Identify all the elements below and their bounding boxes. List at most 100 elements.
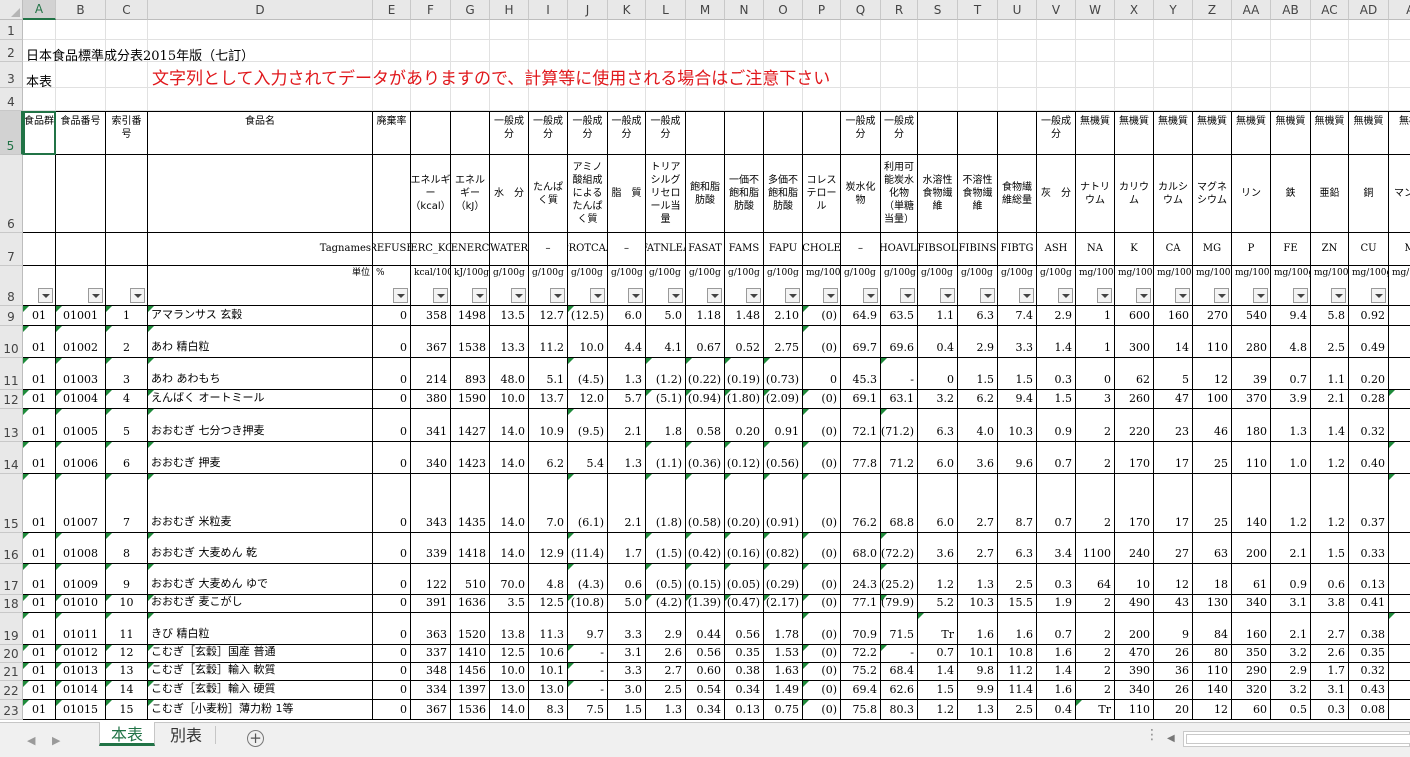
data-cell[interactable]: 0.4 — [918, 326, 958, 358]
data-cell[interactable]: 0.38 — [725, 663, 764, 681]
row-header[interactable]: 8 — [0, 266, 23, 306]
data-cell[interactable]: 3.79 — [1389, 663, 1410, 681]
row-header[interactable]: 9 — [0, 306, 23, 326]
data-cell[interactable]: 2.5 — [1311, 326, 1349, 358]
filter-dropdown-icon[interactable] — [1371, 288, 1386, 303]
data-cell[interactable]: 71.5 — [881, 613, 918, 645]
grid-cell[interactable] — [764, 20, 803, 40]
data-cell[interactable]: 6.0 — [608, 306, 646, 326]
data-cell[interactable]: 3.9 — [1271, 390, 1311, 409]
data-cell[interactable]: 01009 — [56, 564, 106, 595]
data-cell[interactable]: 1.63 — [764, 663, 803, 681]
grid-cell[interactable] — [998, 62, 1037, 88]
column-title-cell[interactable] — [56, 233, 106, 266]
data-cell[interactable]: 280 — [1232, 326, 1271, 358]
data-cell[interactable]: 2 — [1076, 409, 1115, 442]
filter-dropdown-icon[interactable] — [1058, 288, 1073, 303]
data-cell[interactable]: (71.2) — [881, 409, 918, 442]
column-title-cell[interactable]: リン — [1232, 155, 1271, 233]
data-cell[interactable]: 69.4 — [841, 681, 881, 700]
data-cell[interactable]: 9.8 — [958, 663, 998, 681]
data-cell[interactable]: 0.13 — [725, 700, 764, 720]
data-cell[interactable]: 334 — [411, 681, 451, 700]
column-title-cell[interactable]: FASAT — [686, 233, 725, 266]
row-header[interactable]: 18 — [0, 595, 23, 613]
unit-header-cell[interactable]: mg/100g — [1389, 266, 1410, 306]
data-cell[interactable]: 12.9 — [529, 533, 568, 564]
column-header[interactable]: S — [918, 0, 958, 20]
data-cell[interactable]: 62 — [1115, 358, 1154, 390]
scrollbar-thumb[interactable] — [1186, 734, 1410, 744]
column-header[interactable]: K — [608, 0, 646, 20]
column-title-cell[interactable]: 一般成分 — [646, 111, 686, 155]
grid-cell[interactable] — [686, 40, 725, 62]
data-cell[interactable]: 10.1 — [958, 645, 998, 663]
data-cell[interactable]: 0.7 — [1271, 358, 1311, 390]
data-cell[interactable]: 17 — [1154, 474, 1193, 533]
data-cell[interactable]: 26 — [1154, 681, 1193, 700]
grid-cell[interactable] — [1232, 40, 1271, 62]
grid-cell[interactable] — [881, 88, 918, 111]
column-title-cell[interactable]: – — [529, 233, 568, 266]
data-cell[interactable]: 10 — [106, 595, 148, 613]
grid-cell[interactable] — [106, 62, 148, 88]
grid-cell[interactable] — [918, 20, 958, 40]
filter-dropdown-icon[interactable] — [38, 288, 53, 303]
data-cell[interactable]: 200 — [1232, 533, 1271, 564]
column-title-cell[interactable]: マンガン — [1389, 155, 1410, 233]
data-cell[interactable]: 1.7 — [608, 533, 646, 564]
filter-dropdown-icon[interactable] — [130, 288, 145, 303]
column-title-cell[interactable]: P — [1232, 233, 1271, 266]
column-title-cell[interactable]: 利用可能炭水化物（単糖当量） — [881, 155, 918, 233]
data-cell[interactable]: 01 — [23, 409, 56, 442]
data-cell[interactable]: 64.9 — [841, 306, 881, 326]
data-cell[interactable]: 0.34 — [1389, 358, 1410, 390]
column-title-cell[interactable]: エネルギー（kcal） — [411, 155, 451, 233]
data-cell[interactable]: 76.2 — [841, 474, 881, 533]
data-cell[interactable]: 23 — [1154, 409, 1193, 442]
grid-cell[interactable] — [1076, 88, 1115, 111]
column-title-cell[interactable]: 無機質 — [1311, 111, 1349, 155]
data-cell[interactable]: 1.2 — [1271, 474, 1311, 533]
grid-cell[interactable] — [1193, 40, 1232, 62]
column-title-cell[interactable]: 無機質 — [1232, 111, 1271, 155]
row-header[interactable]: 13 — [0, 409, 23, 442]
data-cell[interactable]: 367 — [411, 700, 451, 720]
column-title-cell[interactable]: 食品名 — [148, 111, 373, 155]
column-title-cell[interactable]: 索引番号 — [106, 111, 148, 155]
data-cell[interactable]: 0 — [373, 326, 411, 358]
data-cell[interactable]: 0.58 — [686, 409, 725, 442]
grid-cell[interactable] — [918, 40, 958, 62]
data-cell[interactable]: 0 — [803, 358, 841, 390]
data-cell[interactable]: 7.0 — [529, 474, 568, 533]
unit-header-cell[interactable]: 単位 — [148, 266, 373, 306]
data-cell[interactable]: 01 — [23, 595, 56, 613]
column-title-cell[interactable]: 不溶性食物繊維 — [958, 155, 998, 233]
grid-cell[interactable] — [958, 40, 998, 62]
data-cell[interactable]: 2.7 — [646, 663, 686, 681]
column-header[interactable]: N — [725, 0, 764, 20]
data-cell[interactable]: 01011 — [56, 613, 106, 645]
data-cell[interactable]: Tr — [918, 613, 958, 645]
column-title-cell[interactable]: 一般成分 — [490, 111, 529, 155]
data-cell[interactable]: 3 — [1076, 390, 1115, 409]
data-cell[interactable]: 2 — [1076, 613, 1115, 645]
data-cell[interactable]: (0) — [803, 663, 841, 681]
data-cell[interactable]: 84 — [1193, 613, 1232, 645]
food-name-cell[interactable]: あわ あわもち — [148, 358, 373, 390]
column-title-cell[interactable]: コレステロール — [803, 155, 841, 233]
data-cell[interactable]: 3.0 — [608, 681, 646, 700]
grid-cell[interactable] — [1076, 20, 1115, 40]
data-cell[interactable]: 3.1 — [1271, 595, 1311, 613]
data-cell[interactable]: 5.4 — [568, 442, 608, 474]
grid-cell[interactable] — [451, 88, 490, 111]
data-cell[interactable]: 0.52 — [725, 326, 764, 358]
data-cell[interactable]: 1.18 — [686, 306, 725, 326]
filter-dropdown-icon[interactable] — [980, 288, 995, 303]
data-cell[interactable]: - — [1389, 613, 1410, 645]
grid-cell[interactable] — [568, 88, 608, 111]
grid-cell[interactable] — [608, 40, 646, 62]
grid-cell[interactable] — [568, 20, 608, 40]
filter-dropdown-icon[interactable] — [1097, 288, 1112, 303]
grid-cell[interactable] — [1311, 88, 1349, 111]
